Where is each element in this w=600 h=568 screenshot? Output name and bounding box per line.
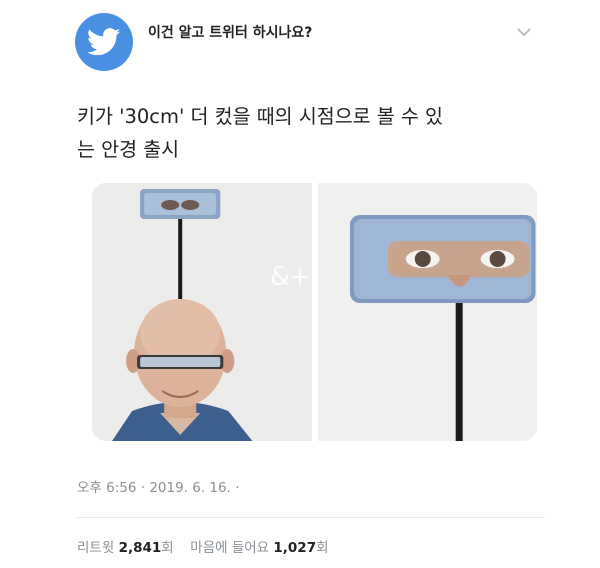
avatar[interactable] — [75, 13, 133, 71]
retweet-unit: 회 — [161, 540, 174, 556]
author-name[interactable]: 이건 알고 트위터 하시나요? — [148, 22, 312, 42]
like-unit: 회 — [316, 540, 329, 556]
like-label: 마음에 들어요 — [190, 540, 270, 556]
photo-periscope-closeup[interactable] — [317, 183, 537, 441]
watermark: &+ — [270, 262, 311, 292]
retweet-label: 리트윗 — [77, 540, 115, 556]
tweet-media[interactable] — [92, 183, 537, 441]
tweet-text: 키가 '30cm' 더 컸을 때의 시점으로 볼 수 있 는 안경 출시 — [77, 100, 547, 166]
divider — [77, 517, 545, 518]
tweet-timestamp[interactable]: 오후 6:56 · 2019. 6. 16. · — [77, 476, 239, 496]
periscope-illustration — [317, 183, 537, 441]
twitter-bird-icon — [87, 28, 121, 56]
man-illustration — [92, 183, 312, 441]
chevron-down-icon[interactable] — [514, 22, 534, 42]
like-count[interactable]: 1,027 — [273, 540, 316, 556]
retweet-count[interactable]: 2,841 — [119, 540, 162, 556]
photo-man-wearing-glasses[interactable] — [92, 183, 312, 441]
tweet-text-line: 는 안경 출시 — [77, 138, 180, 161]
tweet-text-line: 키가 '30cm' 더 컸을 때의 시점으로 볼 수 있 — [77, 105, 443, 128]
tweet-stats: 리트윗 2,841회 마음에 들어요 1,027회 — [77, 536, 329, 556]
